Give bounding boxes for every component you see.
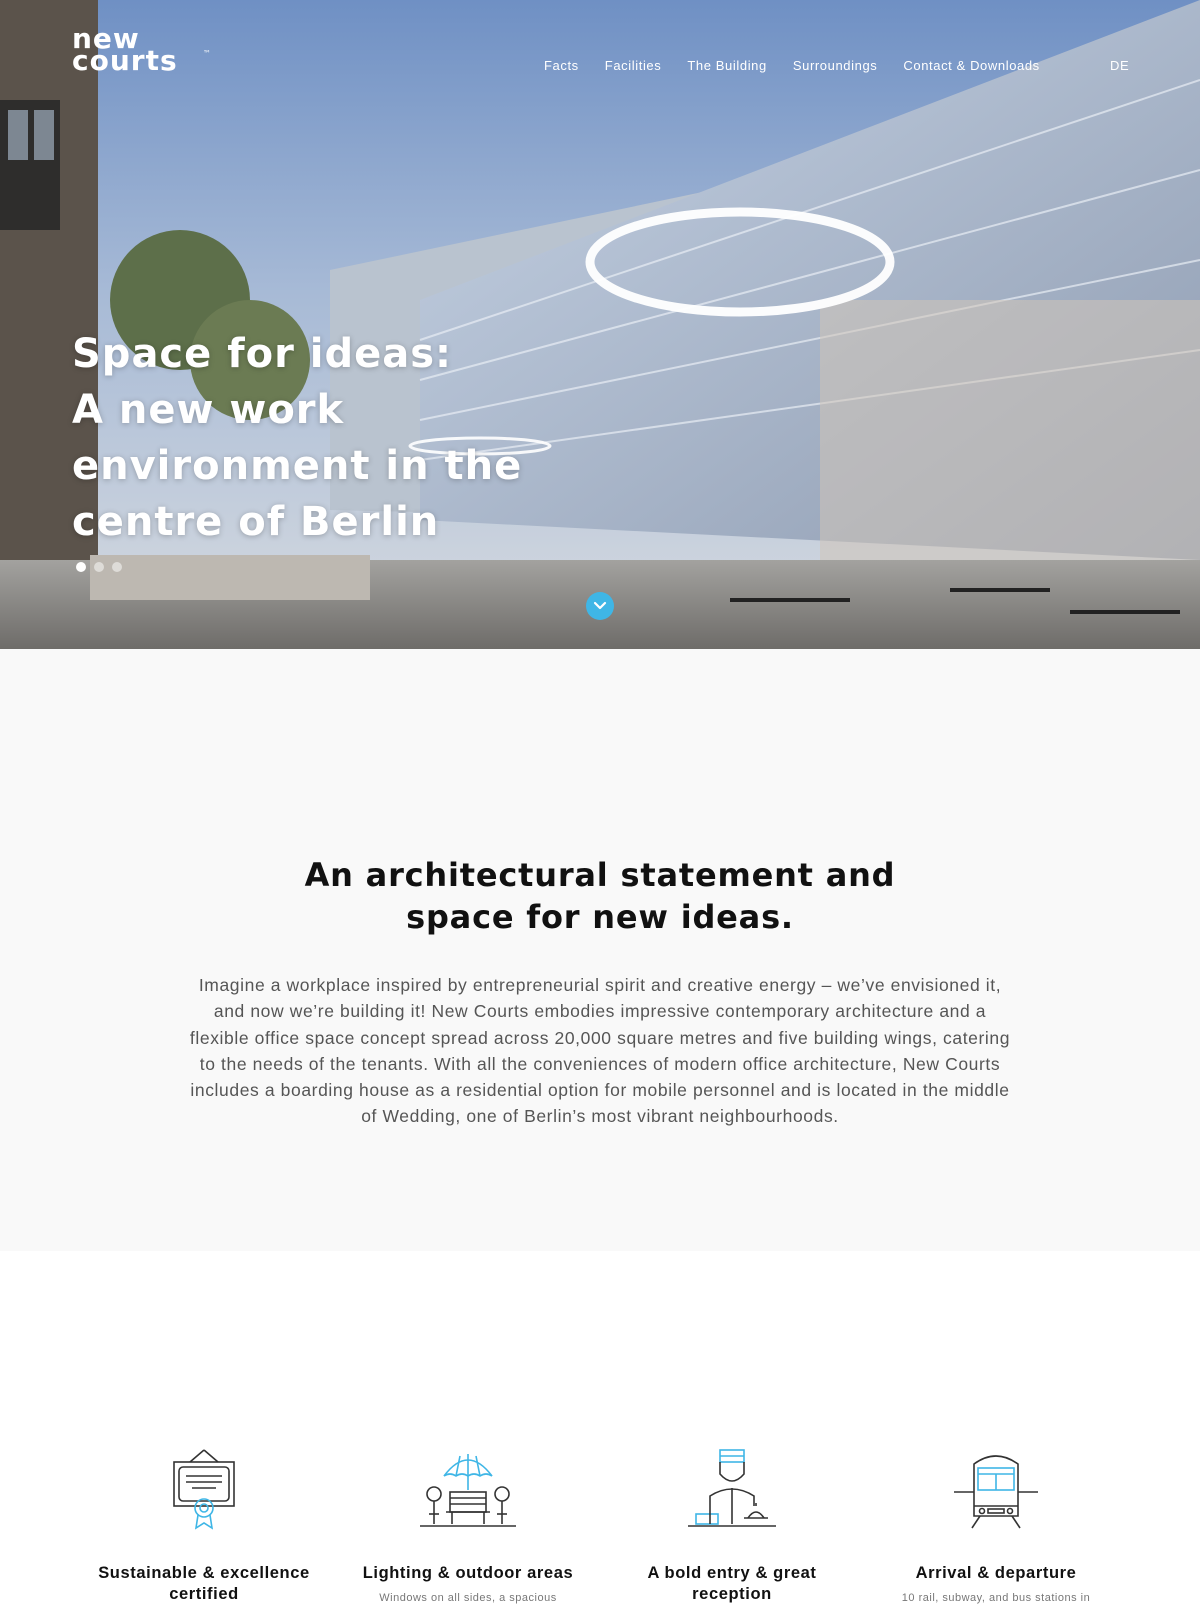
nav-item-surroundings[interactable]: Surroundings — [780, 58, 891, 73]
intro-heading-line: space for new ideas. — [406, 898, 794, 936]
slider-dot-2[interactable] — [94, 562, 104, 572]
main-nav: Facts Facilities The Building Surroundin… — [544, 58, 1053, 73]
feature-title: Arrival & departure — [915, 1564, 1077, 1582]
feature-title: Lighting & outdoor areas — [362, 1564, 574, 1582]
feature-title: Sustainable & excellence certified — [98, 1564, 310, 1603]
nav-item-facilities[interactable]: Facilities — [592, 58, 675, 73]
hero-section: new courts ™ Facts Facilities The Buildi… — [0, 0, 1200, 649]
nav-item-contact-downloads[interactable]: Contact & Downloads — [890, 58, 1052, 73]
slider-dot-1[interactable] — [76, 562, 86, 572]
hero-image — [0, 0, 1200, 649]
features-section: Sustainable & excellence certified Light… — [0, 1251, 1200, 1604]
feature-description: Windows on all sides, a spacious — [379, 1592, 557, 1604]
feature-description: 10 rail, subway, and bus stations in — [901, 1592, 1091, 1604]
logo[interactable]: new courts ™ — [72, 25, 212, 78]
hero-title-line: Space for ideas: — [72, 331, 453, 377]
intro-heading-line: An architectural statement and — [304, 856, 896, 894]
train-icon — [954, 1455, 1038, 1529]
outdoor-bench-umbrella-icon — [420, 1454, 516, 1527]
logo-line-2: courts — [72, 44, 178, 77]
intro-section: An architectural statement and space for… — [0, 649, 1200, 1251]
hero-title-line: centre of Berlin — [72, 499, 440, 545]
feature-title: A bold entry & great reception — [647, 1564, 817, 1603]
slider-dot-3[interactable] — [112, 562, 122, 572]
nav-item-facts[interactable]: Facts — [544, 58, 592, 73]
hero-title-line: environment in the — [72, 443, 523, 489]
logo-trademark: ™ — [203, 49, 212, 58]
intro-body: Imagine a workplace inspired by entrepre… — [189, 975, 1011, 1127]
hero-title-line: A new work — [72, 387, 345, 433]
hero-title: Space for ideas: A new work environment … — [72, 326, 532, 550]
slider-dots — [76, 562, 122, 572]
intro-heading: An architectural statement and space for… — [200, 854, 1000, 938]
language-switch[interactable]: DE — [1110, 58, 1129, 73]
certificate-icon — [173, 1449, 235, 1530]
scroll-down-button[interactable] — [586, 592, 614, 620]
concierge-icon — [688, 1449, 776, 1527]
chevron-down-icon — [593, 601, 607, 610]
nav-item-the-building[interactable]: The Building — [674, 58, 779, 73]
